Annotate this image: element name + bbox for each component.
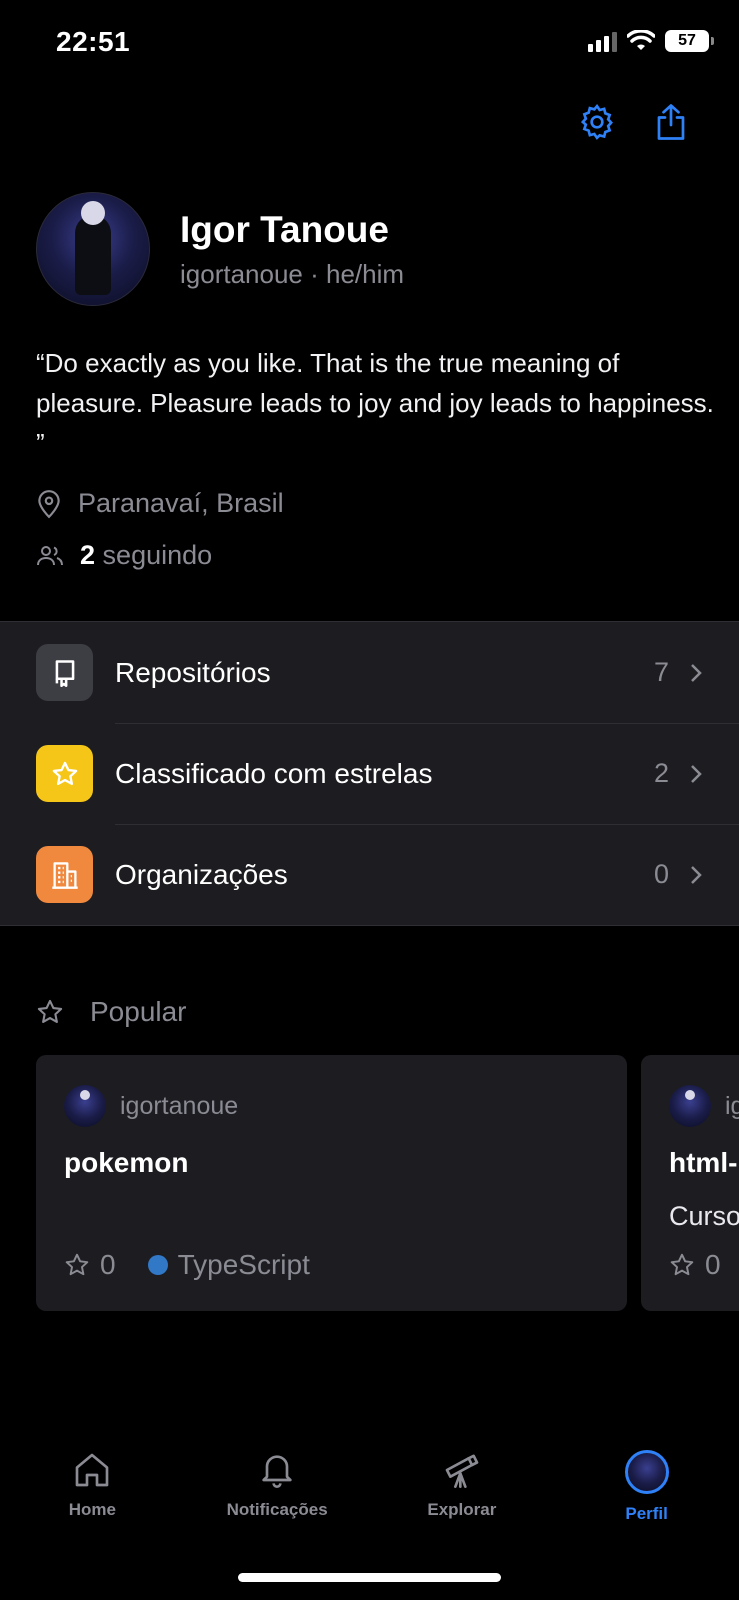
star-outline-icon [670, 1253, 694, 1276]
settings-button[interactable] [575, 100, 619, 144]
chevron-right-icon [691, 663, 702, 682]
profile-name: Igor Tanoue [180, 208, 389, 250]
avatar[interactable] [36, 192, 150, 306]
bell-icon [262, 1455, 292, 1488]
tab-notifications[interactable]: Notificações [185, 1450, 370, 1560]
repo-card[interactable]: ig html- Curso 0 [641, 1055, 739, 1311]
star-outline-icon [65, 1253, 89, 1276]
menu-item-repositories[interactable]: Repositórios 7 [0, 622, 739, 723]
avatar [64, 1085, 106, 1127]
tab-bar: Home Notificações Explorar Perfil [0, 1450, 739, 1560]
repo-footer: 0 TypeScript [64, 1249, 310, 1281]
people-icon [37, 545, 63, 565]
repo-owner-name: ig [725, 1091, 739, 1120]
telescope-icon [445, 1454, 479, 1488]
repo-owner-name: igortanoue [120, 1091, 239, 1120]
following-label: seguindo [102, 540, 213, 570]
menu-label: Repositórios [115, 656, 271, 688]
location-text: Paranavaí, Brasil [78, 488, 284, 518]
tab-label: Explorar [427, 1500, 497, 1519]
battery-indicator: 57 [665, 30, 714, 52]
tab-explore[interactable]: Explorar [370, 1450, 555, 1560]
profile-following[interactable]: 2 seguindo [36, 540, 212, 571]
repo-owner: igortanoue [64, 1085, 599, 1127]
star-outline-icon [37, 999, 63, 1023]
profile-handle: igortanoue · he/him [180, 258, 405, 289]
repo-stars: 0 [705, 1249, 721, 1280]
status-icons: 57 [588, 30, 714, 52]
home-icon [76, 1453, 109, 1487]
repo-description: Curso [669, 1201, 739, 1231]
status-time: 22:51 [56, 26, 131, 57]
language-dot [147, 1255, 168, 1275]
chevron-right-icon [691, 865, 702, 884]
home-indicator [238, 1573, 501, 1582]
organization-icon [36, 846, 93, 903]
gear-icon [580, 103, 613, 140]
repo-language: TypeScript [177, 1249, 310, 1280]
menu-label: Organizações [115, 858, 288, 890]
tab-home[interactable]: Home [0, 1450, 185, 1560]
status-bar: 22:51 57 [0, 0, 739, 90]
popular-title: Popular [90, 996, 187, 1027]
chevron-right-icon [691, 764, 702, 783]
tab-label: Notificações [226, 1500, 328, 1519]
avatar [624, 1450, 669, 1494]
repo-icon [36, 644, 93, 701]
share-button[interactable] [649, 100, 693, 144]
repo-name: html- [669, 1147, 738, 1178]
location-pin-icon [38, 489, 60, 518]
menu-item-starred[interactable]: Classificado com estrelas 2 [0, 723, 739, 824]
repo-footer: 0 [669, 1249, 721, 1281]
tab-profile[interactable]: Perfil [554, 1450, 739, 1560]
tab-label: Perfil [625, 1504, 668, 1523]
signal-icon [588, 30, 617, 52]
profile-menu: Repositórios 7 Classificado com estrelas… [0, 621, 739, 926]
popular-carousel[interactable]: igortanoue pokemon 0 TypeScript ig html-… [36, 1055, 739, 1311]
repo-card[interactable]: igortanoue pokemon 0 TypeScript [36, 1055, 627, 1311]
repo-owner: ig [669, 1085, 739, 1127]
profile-bio: “Do exactly as you like. That is the tru… [36, 348, 714, 458]
top-actions [575, 100, 693, 144]
menu-item-organizations[interactable]: Organizações 0 [0, 824, 739, 925]
share-icon [657, 104, 685, 140]
menu-count: 0 [653, 859, 669, 889]
repo-name: pokemon [64, 1147, 189, 1178]
star-icon [36, 745, 93, 802]
menu-label: Classificado com estrelas [115, 757, 433, 789]
menu-count: 7 [653, 657, 669, 687]
avatar [669, 1085, 711, 1127]
tab-label: Home [68, 1500, 116, 1519]
repo-stars: 0 [100, 1249, 116, 1280]
wifi-icon [627, 30, 655, 50]
popular-header: Popular [36, 996, 187, 1028]
following-count: 2 [80, 540, 96, 570]
profile-location: Paranavaí, Brasil [36, 488, 284, 519]
profile-header: Igor Tanoue igortanoue · he/him [36, 192, 404, 306]
menu-count: 2 [653, 758, 669, 788]
profile-names: Igor Tanoue igortanoue · he/him [180, 209, 404, 290]
